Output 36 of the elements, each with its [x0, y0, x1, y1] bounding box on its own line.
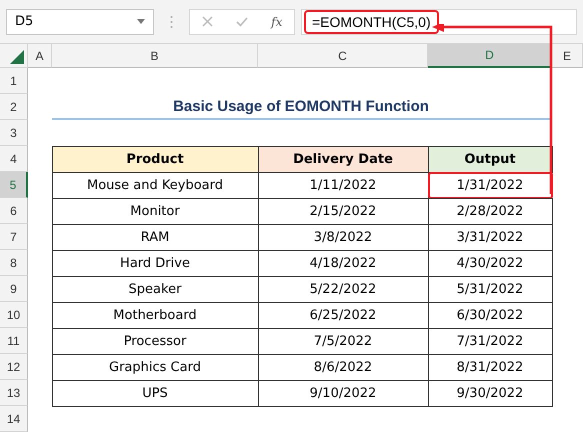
- row-header[interactable]: 5: [0, 172, 28, 198]
- row-header[interactable]: 13: [0, 380, 28, 406]
- table-cell: 1/31/2022: [428, 172, 552, 198]
- column-header[interactable]: D: [428, 44, 552, 68]
- cancel-icon[interactable]: [202, 16, 213, 27]
- select-all-button[interactable]: [0, 44, 28, 68]
- column-header[interactable]: A: [28, 44, 52, 68]
- row-header[interactable]: 8: [0, 250, 28, 276]
- formula-field[interactable]: =EOMONTH(C5,0): [304, 10, 439, 34]
- row-header[interactable]: 6: [0, 198, 28, 224]
- insert-function-button[interactable]: fx: [271, 14, 282, 28]
- column-header[interactable]: C: [258, 44, 428, 68]
- row-header[interactable]: 14: [0, 406, 28, 432]
- table-header-cell: Output: [428, 146, 552, 172]
- table-cell: UPS: [52, 380, 258, 406]
- table-cell: 9/30/2022: [428, 380, 552, 406]
- checkmark-icon[interactable]: [236, 16, 248, 26]
- table-cell: 2/28/2022: [428, 198, 552, 224]
- row-header[interactable]: 11: [0, 328, 28, 354]
- column-header[interactable]: B: [52, 44, 258, 68]
- row-header[interactable]: 4: [0, 146, 28, 172]
- table-header-cell: Delivery Date: [258, 146, 428, 172]
- caret-icon: [137, 19, 145, 24]
- triangle-icon: [10, 50, 24, 64]
- row-header[interactable]: 12: [0, 354, 28, 380]
- name-box[interactable]: D5: [6, 8, 154, 34]
- row-header[interactable]: 10: [0, 302, 28, 328]
- sheet-title: Basic Usage of EOMONTH Function: [52, 94, 550, 120]
- table-header-cell: Product: [52, 146, 258, 172]
- row-header[interactable]: 3: [0, 120, 28, 146]
- row-header[interactable]: 2: [0, 94, 28, 120]
- column-header[interactable]: E: [552, 44, 583, 68]
- row-header[interactable]: 9: [0, 276, 28, 302]
- row-header[interactable]: 1: [0, 68, 28, 94]
- drag-handle-icon[interactable]: [170, 14, 173, 28]
- row-header[interactable]: 7: [0, 224, 28, 250]
